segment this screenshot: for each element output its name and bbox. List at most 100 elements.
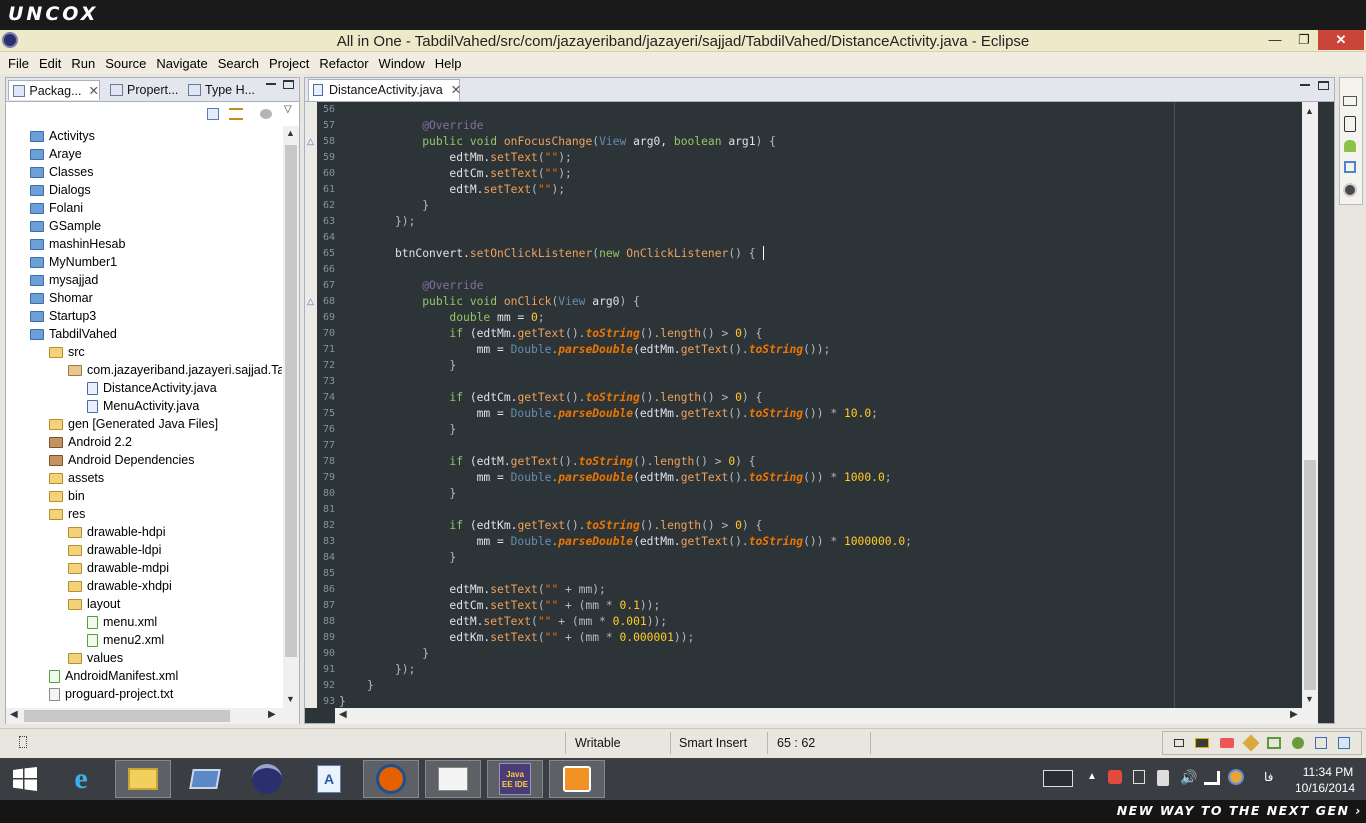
tree-item[interactable]: bin xyxy=(49,487,85,505)
close-icon[interactable]: ✕ xyxy=(451,83,461,97)
tree-item[interactable]: Shomar xyxy=(30,289,93,307)
code-line[interactable]: }); xyxy=(395,662,415,678)
code-line[interactable]: mm = Double.parseDouble(edtMm.getText().… xyxy=(395,406,878,422)
chevron-down-icon[interactable]: ▽ xyxy=(284,104,292,115)
code-line[interactable]: @Override xyxy=(395,118,483,134)
wordpad-icon[interactable]: A xyxy=(301,760,357,798)
tree-item[interactable]: drawable-xhdpi xyxy=(68,577,172,595)
tree-hscroll-thumb[interactable] xyxy=(24,710,230,722)
scroll-left-icon[interactable]: ◀ xyxy=(339,709,347,720)
tree-item[interactable]: Android 2.2 xyxy=(49,433,132,451)
tree-item[interactable]: Android Dependencies xyxy=(49,451,194,469)
close-button[interactable]: ✕ xyxy=(1318,30,1364,50)
android-icon[interactable] xyxy=(1344,140,1356,152)
internet-explorer-icon[interactable]: e xyxy=(53,760,109,798)
tree-item[interactable]: GSample xyxy=(30,217,101,235)
media-player-icon[interactable] xyxy=(549,760,605,798)
code-line[interactable]: if (edtCm.getText().toString().length() … xyxy=(395,390,762,406)
override-marker-icon[interactable]: △ xyxy=(307,296,314,307)
maximize-view-icon[interactable] xyxy=(283,80,294,89)
scroll-up-icon[interactable]: ▲ xyxy=(286,128,295,138)
tree-item[interactable]: DistanceActivity.java xyxy=(87,379,217,397)
tree-item[interactable]: MyNumber1 xyxy=(30,253,117,271)
tree-item[interactable]: TabdilVahed xyxy=(30,325,117,343)
volume-icon[interactable]: 🔊 xyxy=(1180,769,1197,786)
tree-item[interactable]: Folani xyxy=(30,199,83,217)
code-line[interactable]: edtCm.setText(""); xyxy=(395,166,571,182)
tab-distance-activity[interactable]: DistanceActivity.java ✕ xyxy=(308,79,461,101)
console-icon[interactable] xyxy=(1337,737,1350,749)
input-language[interactable]: فا xyxy=(1264,770,1273,784)
flag-alert-icon[interactable] xyxy=(1108,770,1122,784)
eclipse-taskbar-icon[interactable] xyxy=(239,760,295,798)
tree-item[interactable]: proguard-project.txt xyxy=(49,685,173,703)
tree-item[interactable]: drawable-ldpi xyxy=(68,541,161,559)
tree-item[interactable]: res xyxy=(49,505,85,523)
code-line[interactable]: edtM.setText("" + (mm * 0.001)); xyxy=(395,614,667,630)
code-line[interactable]: }); xyxy=(395,214,415,230)
code-line[interactable]: } xyxy=(395,422,456,438)
remote-desktop-icon[interactable] xyxy=(177,760,233,798)
menu-source[interactable]: Source xyxy=(100,56,151,71)
scroll-down-icon[interactable]: ▼ xyxy=(286,694,295,704)
menu-project[interactable]: Project xyxy=(264,56,314,71)
collapse-all-icon[interactable] xyxy=(207,108,219,120)
code-line[interactable]: edtMm.setText("" + mm); xyxy=(395,582,605,598)
override-marker-icon[interactable]: △ xyxy=(307,136,314,147)
battery-icon[interactable] xyxy=(1157,770,1169,786)
debug-icon[interactable] xyxy=(1292,737,1305,749)
tree-item[interactable]: com.jazayeriband.jazayeri.sajjad.Tabd xyxy=(68,361,282,379)
minimize-editor-icon[interactable] xyxy=(1300,84,1310,86)
code-line[interactable]: if (edtM.getText().toString().length() >… xyxy=(395,454,755,470)
scroll-up-icon[interactable]: ▲ xyxy=(1305,106,1314,116)
menu-navigate[interactable]: Navigate xyxy=(151,56,212,71)
tree-item[interactable]: Startup3 xyxy=(30,307,96,325)
text-editor-icon[interactable] xyxy=(425,760,481,798)
restore-icon[interactable] xyxy=(1343,96,1357,106)
tree-item[interactable]: drawable-mdpi xyxy=(68,559,169,577)
menu-file[interactable]: File xyxy=(3,56,34,71)
tree-item[interactable]: mysajjad xyxy=(30,271,98,289)
restore-icon[interactable] xyxy=(1174,739,1185,747)
tree-item[interactable]: AndroidManifest.xml xyxy=(49,667,178,685)
code-line[interactable]: mm = Double.parseDouble(edtMm.getText().… xyxy=(395,470,892,486)
lint-icon[interactable] xyxy=(1242,734,1260,752)
language-bar-icon[interactable] xyxy=(1228,769,1244,785)
tree-item[interactable]: Activitys xyxy=(30,127,95,145)
maximize-editor-icon[interactable] xyxy=(1318,81,1329,90)
code-line[interactable]: mm = Double.parseDouble(edtMm.getText().… xyxy=(395,534,912,550)
chevron-up-icon[interactable]: ▲ xyxy=(1087,771,1097,782)
code-line[interactable]: edtCm.setText("" + (mm * 0.1)); xyxy=(395,598,660,614)
code-area[interactable]: @Override public void onFocusChange(View… xyxy=(335,102,1300,708)
view-menu-icon[interactable] xyxy=(260,109,272,119)
code-line[interactable]: } xyxy=(367,678,374,694)
code-line[interactable]: edtM.setText(""); xyxy=(395,182,565,198)
tree-item[interactable]: assets xyxy=(49,469,104,487)
network-icon[interactable] xyxy=(1204,771,1220,785)
code-line[interactable]: if (edtMm.getText().toString().length() … xyxy=(395,326,762,342)
tree-item[interactable]: menu2.xml xyxy=(87,631,164,649)
scroll-right-icon[interactable]: ▶ xyxy=(268,709,276,720)
code-line[interactable]: if (edtKm.getText().toString().length() … xyxy=(395,518,762,534)
scroll-left-icon[interactable]: ◀ xyxy=(10,709,18,720)
tree-scroll-thumb[interactable] xyxy=(285,145,297,657)
minimize-view-icon[interactable] xyxy=(266,83,276,85)
tree-item[interactable]: MenuActivity.java xyxy=(87,397,199,415)
tree-item[interactable]: mashinHesab xyxy=(30,235,125,253)
code-line[interactable]: } xyxy=(395,646,429,662)
menu-help[interactable]: Help xyxy=(430,56,467,71)
code-line[interactable]: edtMm.setText(""); xyxy=(395,150,571,166)
menu-edit[interactable]: Edit xyxy=(34,56,66,71)
outline-icon[interactable] xyxy=(1344,161,1356,173)
sdk-manager-icon[interactable] xyxy=(1195,738,1210,748)
editor-scroll-thumb[interactable] xyxy=(1304,460,1316,690)
tree-item[interactable]: menu.xml xyxy=(87,613,157,631)
firefox-icon[interactable] xyxy=(363,760,419,798)
scroll-right-icon[interactable]: ▶ xyxy=(1290,709,1298,720)
tree-item[interactable]: src xyxy=(49,343,85,361)
code-line[interactable]: double mm = 0; xyxy=(395,310,544,326)
fast-view-icon[interactable] xyxy=(19,736,27,748)
maximize-button[interactable]: ❐ xyxy=(1291,30,1317,50)
editor-horizontal-scrollbar[interactable] xyxy=(335,708,1318,724)
tab-package-explorer[interactable]: Packag... ✕ xyxy=(8,80,100,100)
